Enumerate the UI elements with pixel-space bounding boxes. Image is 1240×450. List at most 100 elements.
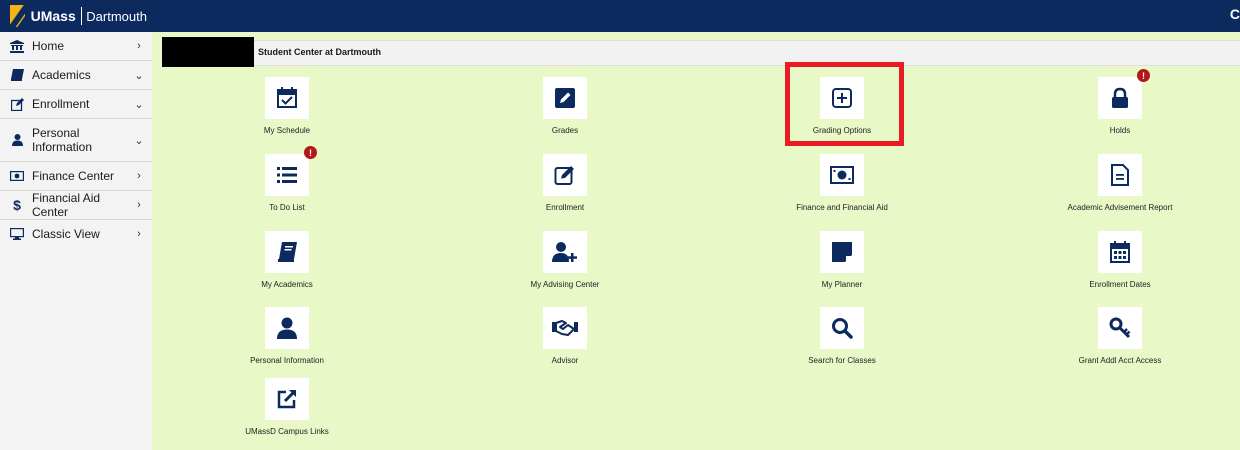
lock-icon [1112, 87, 1128, 108]
notification-badge: ! [1137, 69, 1150, 82]
header-action-glyph[interactable]: C [1230, 6, 1240, 22]
edit-icon [10, 97, 24, 111]
money-icon [830, 166, 854, 184]
sidebar-item-financial-aid-center[interactable]: $ Financial Aid Center › [0, 191, 152, 220]
top-bar: UMass Dartmouth C [0, 0, 1240, 32]
pencil-icon [555, 88, 575, 108]
sidebar-item-label: Home [32, 39, 65, 53]
tile-icon-box [1098, 307, 1142, 349]
tile-icon-box [820, 307, 864, 349]
book-icon [278, 242, 297, 262]
tile-label: My Schedule [263, 126, 311, 135]
chevron-down-icon: ⌄ [134, 69, 144, 82]
tile-label: Enrollment [545, 203, 585, 212]
search-icon [832, 318, 853, 339]
sidebar-item-label: Financial Aid Center [32, 191, 101, 219]
tile-label: Enrollment Dates [1089, 280, 1151, 289]
tile-icon-box [1098, 154, 1142, 196]
chevron-right-icon: › [137, 228, 141, 240]
sidebar-item-label: Academics [32, 68, 91, 82]
book-icon [10, 69, 24, 81]
tile-icon-box [820, 154, 864, 196]
brand-main: UMass [30, 8, 76, 24]
tile-my-academics[interactable]: My Academics [197, 231, 377, 289]
tile-to-do-list[interactable]: ! To Do List [197, 146, 377, 212]
notification-badge: ! [304, 146, 317, 159]
dollar-icon: $ [13, 197, 21, 213]
tile-icon-box [265, 231, 309, 273]
sidebar-item-label: Personal Information [32, 126, 93, 154]
tile-label: To Do List [269, 203, 305, 212]
tile-label: UMassD Campus Links [245, 427, 329, 436]
chevron-down-icon: ⌄ [134, 134, 144, 147]
handshake-icon [552, 320, 578, 336]
sidebar: Home › Academics ⌄ Enrollment ⌄ Personal… [0, 32, 152, 450]
tile-enrollment[interactable]: Enrollment [475, 154, 655, 212]
tile-label: Grant Addl Acct Access [1078, 356, 1162, 365]
tile-label: My Planner [821, 280, 863, 289]
edit-icon [554, 166, 574, 185]
sidebar-item-academics[interactable]: Academics ⌄ [0, 61, 152, 90]
calendar-icon [1110, 241, 1130, 263]
home-icon [10, 39, 24, 53]
sidebar-item-finance-center[interactable]: Finance Center › [0, 162, 152, 191]
user-icon [277, 317, 297, 339]
tile-label: Search for Classes [808, 356, 876, 365]
sidebar-item-label: Classic View [32, 227, 100, 241]
external-link-icon [277, 389, 297, 409]
chevron-right-icon: › [137, 199, 141, 211]
tile-label: Finance and Financial Aid [796, 203, 888, 212]
note-icon [832, 242, 852, 262]
tile-icon-box [265, 307, 309, 349]
tile-holds[interactable]: ! Holds [1030, 69, 1210, 135]
tile-grant-addl-acct-access[interactable]: Grant Addl Acct Access [1030, 307, 1210, 365]
user-plus-icon [552, 242, 577, 262]
tile-label: Personal Information [250, 356, 324, 365]
calendar-check-icon [277, 87, 297, 108]
tile-icon-box [265, 77, 309, 119]
highlight-box [785, 62, 904, 146]
tile-label: My Advising Center [530, 280, 600, 289]
tile-academic-advisement-report[interactable]: Academic Advisement Report [1030, 154, 1210, 212]
tile-icon-box [543, 154, 587, 196]
tile-search-for-classes[interactable]: Search for Classes [752, 307, 932, 365]
tile-my-advising-center[interactable]: My Advising Center [475, 231, 655, 289]
tile-personal-information[interactable]: Personal Information [197, 307, 377, 365]
sidebar-item-home[interactable]: Home › [0, 32, 152, 61]
tile-finance-and-financial-aid[interactable]: Finance and Financial Aid [752, 154, 932, 212]
tile-label: Holds [1109, 126, 1131, 135]
sidebar-item-label: Enrollment [32, 97, 90, 111]
tile-enrollment-dates[interactable]: Enrollment Dates [1030, 231, 1210, 289]
umass-dartmouth-logo[interactable]: UMass Dartmouth [0, 0, 147, 32]
chevron-down-icon: ⌄ [134, 98, 144, 111]
money-icon [10, 171, 24, 181]
tile-advisor[interactable]: Advisor [475, 307, 655, 365]
tile-icon-box [820, 231, 864, 273]
key-icon [1109, 317, 1131, 339]
tile-icon-box [543, 77, 587, 119]
page-title-bar: Student Center at Dartmouth [162, 40, 1240, 66]
tile-my-planner[interactable]: My Planner [752, 231, 932, 289]
tile-label: Grades [551, 126, 579, 135]
sidebar-item-classic-view[interactable]: Classic View › [0, 220, 152, 248]
logo-mark-icon [10, 5, 25, 27]
tile-label: Academic Advisement Report [1067, 203, 1173, 212]
brand-separator [80, 7, 82, 25]
tile-icon-box [543, 307, 587, 349]
chevron-right-icon: › [137, 170, 141, 182]
tile-my-schedule[interactable]: My Schedule [197, 77, 377, 135]
tile-grades[interactable]: Grades [475, 77, 655, 135]
sidebar-item-personal-information[interactable]: Personal Information ⌄ [0, 119, 152, 162]
tile-umassd-campus-links[interactable]: UMassD Campus Links [197, 378, 377, 436]
tile-icon-box: ! [265, 146, 317, 196]
tile-label: My Academics [261, 280, 313, 289]
sidebar-item-enrollment[interactable]: Enrollment ⌄ [0, 90, 152, 119]
tile-icon-box [1098, 231, 1142, 273]
monitor-icon [10, 228, 24, 240]
tile-label: Advisor [551, 356, 579, 365]
page-title: Student Center at Dartmouth [258, 47, 382, 57]
chevron-right-icon: › [137, 40, 141, 52]
user-icon [10, 134, 24, 146]
tile-icon-box [265, 378, 309, 420]
redacted-block [162, 37, 254, 67]
